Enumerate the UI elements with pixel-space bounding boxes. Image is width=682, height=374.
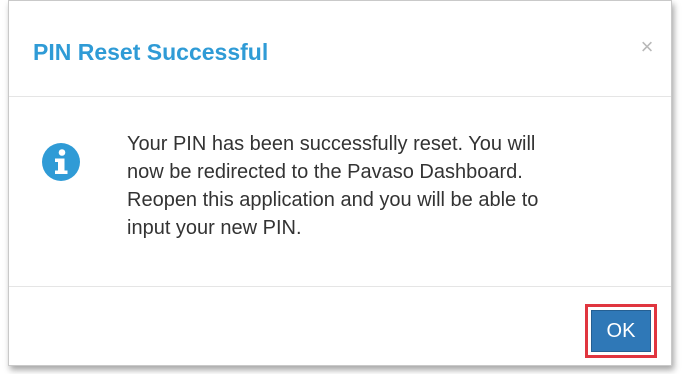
dialog-title: PIN Reset Successful (33, 39, 269, 65)
close-icon: × (640, 34, 654, 59)
ok-button-highlight: OK (585, 304, 657, 358)
pin-reset-dialog: PIN Reset Successful × Your PIN has been… (8, 0, 672, 366)
message-line: input your new PIN. (127, 217, 302, 239)
close-button[interactable]: × (637, 35, 657, 59)
dialog-message: Your PIN has been successfully reset. Yo… (127, 130, 647, 242)
info-circle-icon (42, 143, 80, 181)
dialog-footer: OK (9, 287, 671, 367)
message-line: Your PIN has been successfully reset. Yo… (127, 133, 536, 155)
screenshot-frame: PIN Reset Successful × Your PIN has been… (0, 0, 682, 374)
message-line: now be redirected to the Pavaso Dashboar… (127, 161, 523, 183)
ok-button[interactable]: OK (591, 310, 651, 352)
dialog-header: PIN Reset Successful × (9, 1, 671, 97)
dialog-body: Your PIN has been successfully reset. Yo… (9, 97, 671, 287)
message-line: Reopen this application and you will be … (127, 189, 539, 211)
